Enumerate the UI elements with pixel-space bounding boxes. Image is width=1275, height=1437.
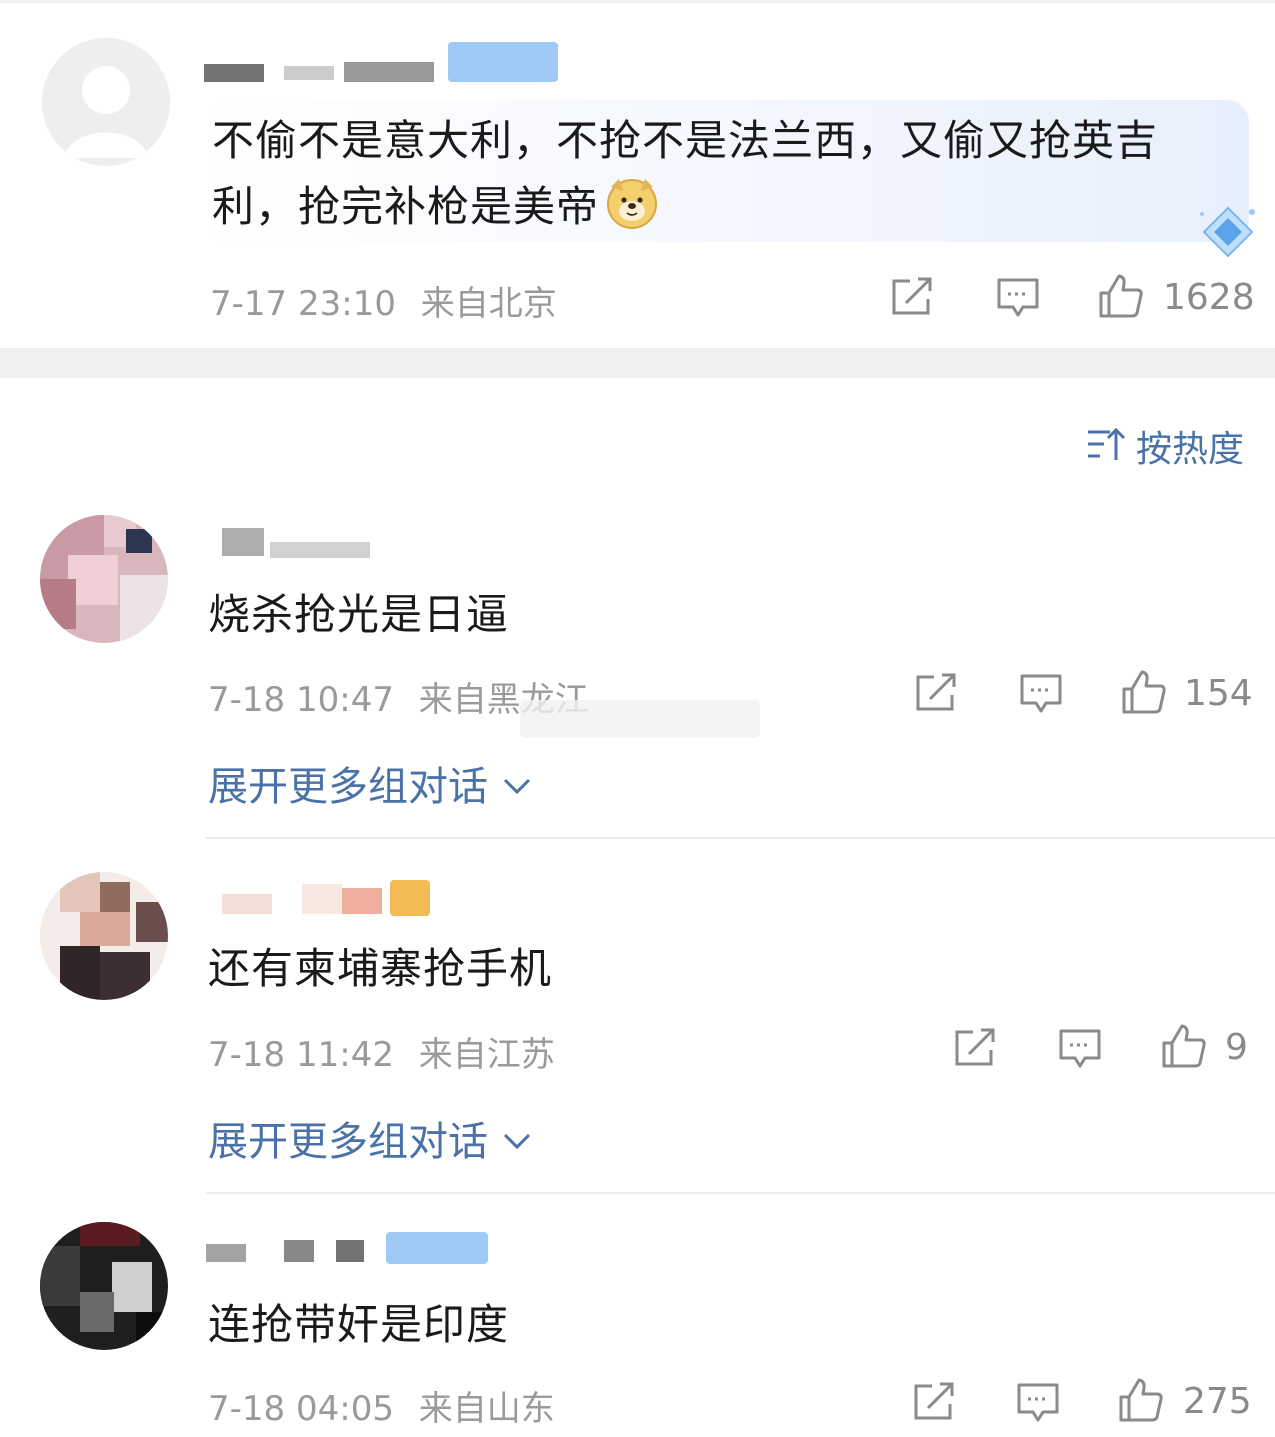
chevron-down-icon [502, 1115, 532, 1161]
like-icon[interactable] [1098, 273, 1144, 319]
sort-label: 按热度 [1136, 429, 1245, 470]
separator [206, 837, 1275, 839]
share-icon[interactable] [890, 277, 934, 317]
like-count: 9 [1225, 1027, 1248, 1068]
username-redacted[interactable] [204, 42, 564, 86]
doge-emoji [605, 175, 659, 229]
like-count: 154 [1184, 673, 1253, 714]
avatar[interactable] [42, 38, 170, 166]
like-count: 1628 [1163, 277, 1255, 318]
like-icon[interactable] [1118, 1377, 1164, 1423]
username-redacted[interactable] [222, 528, 382, 562]
like-count: 275 [1183, 1381, 1252, 1422]
share-icon[interactable] [953, 1028, 997, 1068]
comment-text: 烧杀抢光是日逼 [208, 590, 510, 639]
default-avatar-icon [42, 38, 170, 166]
share-icon[interactable] [912, 1382, 956, 1422]
like-icon[interactable] [1121, 669, 1167, 715]
comment-date: 7-18 10:47 [208, 680, 394, 720]
avatar[interactable] [40, 1222, 168, 1350]
comment-meta: 7-17 23:10 来自北京 [210, 276, 557, 325]
avatar[interactable] [40, 872, 168, 1000]
comment-date: 7-17 23:10 [210, 284, 396, 324]
comment-text: 不偷不是意大利，不抢不是法兰西，又偷又抢英吉 利，抢完补枪是美帝 [212, 116, 1159, 231]
username-redacted[interactable] [206, 1232, 496, 1268]
sort-icon [1086, 424, 1126, 468]
comment-meta: 7-18 11:42 来自江苏 [208, 1027, 555, 1076]
expand-conversation-button[interactable]: 展开更多组对话 [208, 1109, 532, 1167]
comment-location: 来自江苏 [418, 1035, 555, 1075]
expand-label: 展开更多组对话 [208, 1119, 488, 1165]
redacted-overlay [520, 700, 760, 738]
expand-label: 展开更多组对话 [208, 764, 488, 810]
username-redacted[interactable] [222, 878, 442, 920]
comment-text: 连抢带奸是印度 [208, 1300, 510, 1349]
comment-text: 还有柬埔寨抢手机 [208, 944, 553, 993]
reply-icon[interactable] [1016, 1382, 1060, 1424]
share-icon[interactable] [914, 673, 958, 713]
expand-conversation-button[interactable]: 展开更多组对话 [208, 754, 532, 812]
separator [206, 1192, 1275, 1194]
reply-icon[interactable] [1019, 673, 1063, 715]
comment-date: 7-18 04:05 [208, 1389, 394, 1429]
comment-meta: 7-18 04:05 来自山东 [208, 1381, 555, 1430]
section-divider [0, 348, 1275, 378]
avatar[interactable] [40, 515, 168, 643]
top-border [0, 0, 1275, 3]
comment-location: 来自北京 [420, 284, 557, 324]
reply-icon[interactable] [1058, 1028, 1102, 1070]
diamond-badge-icon [1196, 202, 1260, 270]
reply-icon[interactable] [996, 277, 1040, 319]
sort-toggle[interactable]: 按热度 [1086, 420, 1244, 472]
chevron-down-icon [502, 760, 532, 806]
comment-location: 来自山东 [418, 1389, 555, 1429]
like-icon[interactable] [1161, 1023, 1207, 1069]
comment-date: 7-18 11:42 [208, 1035, 394, 1075]
